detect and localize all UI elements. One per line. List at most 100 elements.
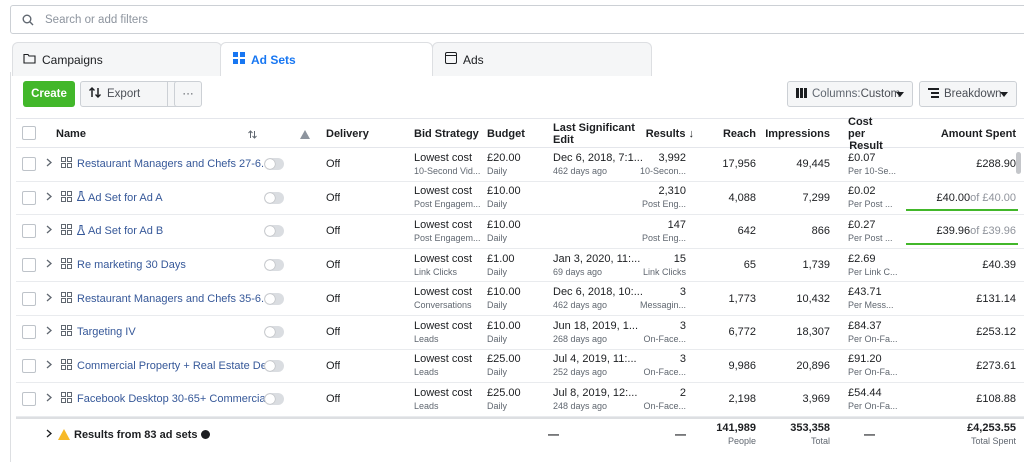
column-header-line: Last Significant [553,122,635,134]
chevron-right-icon[interactable] [46,192,52,204]
reach: 1,773 [728,292,756,305]
delivery-toggle[interactable] [264,292,284,305]
delivery-toggle[interactable] [264,158,284,171]
sort-toggle-icon[interactable] [248,119,257,149]
chevron-right-icon[interactable] [46,259,52,271]
row-checkbox[interactable] [22,224,36,239]
column-header-delivery[interactable]: Delivery [326,119,369,149]
ad-set-name-link[interactable]: Restaurant Managers and Chefs 35-6... [77,293,270,305]
results-sub: On-Face... [643,367,686,378]
table-row[interactable]: Ad Set for Ad B Off Lowest cost Post Engage… [16,215,1024,249]
chevron-right-icon[interactable] [46,293,52,305]
reach: 17,956 [722,158,756,171]
column-header-impressions[interactable]: Impressions [762,119,830,149]
row-checkbox[interactable] [22,291,36,306]
delivery-toggle[interactable] [264,359,284,372]
column-header-results[interactable]: Results ↓ [626,119,694,149]
delivery-toggle[interactable] [264,259,284,272]
table-row[interactable]: Re marketing 30 Days Off Lowest cost Link C… [16,249,1024,283]
cost-per-result-sub: Per On-Fa... [848,333,898,344]
delivery-status: Off [326,191,341,204]
more-button[interactable]: ··· [174,81,202,107]
select-all-checkbox[interactable] [22,126,36,140]
create-button[interactable]: Create [23,81,75,107]
column-header-last-edit[interactable]: Last Significant Edit [553,119,635,149]
impressions: 7,299 [802,191,830,204]
ad-set-name-link[interactable]: Re marketing 30 Days [77,259,186,271]
chevron-right-icon[interactable] [46,225,52,237]
delivery-toggle[interactable] [264,393,284,406]
chevron-right-icon[interactable] [46,326,52,338]
search-bar[interactable] [10,5,1024,34]
row-checkbox[interactable] [22,258,36,273]
results-sub: Post Eng... [641,199,686,210]
delivery-toggle[interactable] [264,225,284,238]
impressions: 1,739 [802,259,830,272]
results: 3 [679,353,686,366]
table-row[interactable]: Restaurant Managers and Chefs 35-6... Off… [16,282,1024,316]
results-cell: 3 On-Face... [626,350,686,383]
tab-ads[interactable]: Ads [432,42,652,76]
bid-strategy-cell: Lowest cost Post Engagem... [414,182,481,215]
ad-set-name-link[interactable]: Targeting IV [77,326,136,338]
columns-button[interactable]: Columns: Custom [787,81,913,107]
impressions: 3,969 [802,393,830,406]
budget-sub: Daily [487,300,508,311]
delivery-status: Off [326,393,341,406]
budget: £10.00 [487,286,521,299]
ad-set-name-link[interactable]: Ad Set for Ad A [88,192,163,204]
results: 2 [679,386,686,399]
warning-column-icon[interactable] [300,119,310,149]
chevron-right-icon[interactable] [46,158,52,170]
results: 3,992 [658,151,686,164]
ad-set-name-link[interactable]: Facebook Desktop 30-65+ Commercia... [77,393,275,405]
column-header-budget[interactable]: Budget [487,119,525,149]
table-row[interactable]: Restaurant Managers and Chefs 27-6... Off… [16,148,1024,182]
row-checkbox[interactable] [22,358,36,373]
scrollbar-thumb[interactable] [1016,152,1021,174]
delivery-toggle[interactable] [264,191,284,204]
impressions: 10,432 [796,292,830,305]
bid-strategy: Lowest cost [414,386,473,399]
tab-campaigns[interactable]: Campaigns [12,42,222,76]
ad-set-name-link[interactable]: Ad Set for Ad B [88,225,163,237]
table-row[interactable]: Facebook Desktop 30-65+ Commercia... Off L… [16,383,1024,417]
summary-spent-sub: Total Spent [970,436,1016,447]
table-header: Name Delivery Bid Strategy Budget Last S… [16,116,1024,152]
ad-set-name-link[interactable]: Commercial Property + Real Estate De... [77,360,276,372]
breakdown-icon [928,87,939,101]
cost-per-result-cell: £0.27 Per Post ... [848,215,893,248]
row-checkbox[interactable] [22,392,36,407]
column-header-cost-per-result[interactable]: Cost per Result [848,116,884,152]
cost-per-result-cell: £0.07 Per 10-Se... [848,148,896,181]
column-header-amount-spent[interactable]: Amount Spent [916,119,1016,149]
ad-sets-table: Name Delivery Bid Strategy Budget Last S… [16,116,1024,451]
summary-text: Results from 83 ad sets [74,428,198,441]
column-header-reach[interactable]: Reach [706,119,756,149]
table-row[interactable]: Commercial Property + Real Estate De... O… [16,350,1024,384]
column-header-name[interactable]: Name [56,119,86,149]
chevron-right-icon[interactable] [46,360,52,372]
column-header-bid-strategy[interactable]: Bid Strategy [414,119,479,149]
results-sub: On-Face... [643,400,686,411]
row-checkbox[interactable] [22,325,36,340]
search-input[interactable] [45,13,445,26]
chevron-right-icon[interactable] [46,429,52,441]
tab-ad-sets[interactable]: Ad Sets [220,42,433,76]
row-checkbox[interactable] [22,190,36,205]
ad-icon [445,52,457,67]
cost-per-result: £91.20 [848,353,882,366]
cost-per-result: £2.69 [848,252,876,265]
chevron-right-icon[interactable] [46,393,52,405]
info-icon[interactable] [200,430,210,440]
ad-set-name-link[interactable]: Restaurant Managers and Chefs 27-6... [77,158,270,170]
delivery-toggle[interactable] [264,326,284,339]
export-button[interactable]: Export [80,81,168,107]
row-checkbox[interactable] [22,157,36,172]
table-row[interactable]: Targeting IV Off Lowest cost Leads £10.00 Dai… [16,316,1024,350]
ad-set-icon [61,291,72,306]
bid-strategy-cell: Lowest cost 10-Second Vid... [414,148,480,181]
table-row[interactable]: Ad Set for Ad A Off Lowest cost Post Engage… [16,182,1024,216]
budget-sub: Daily [487,400,508,411]
breakdown-button[interactable]: Breakdown [919,81,1017,107]
